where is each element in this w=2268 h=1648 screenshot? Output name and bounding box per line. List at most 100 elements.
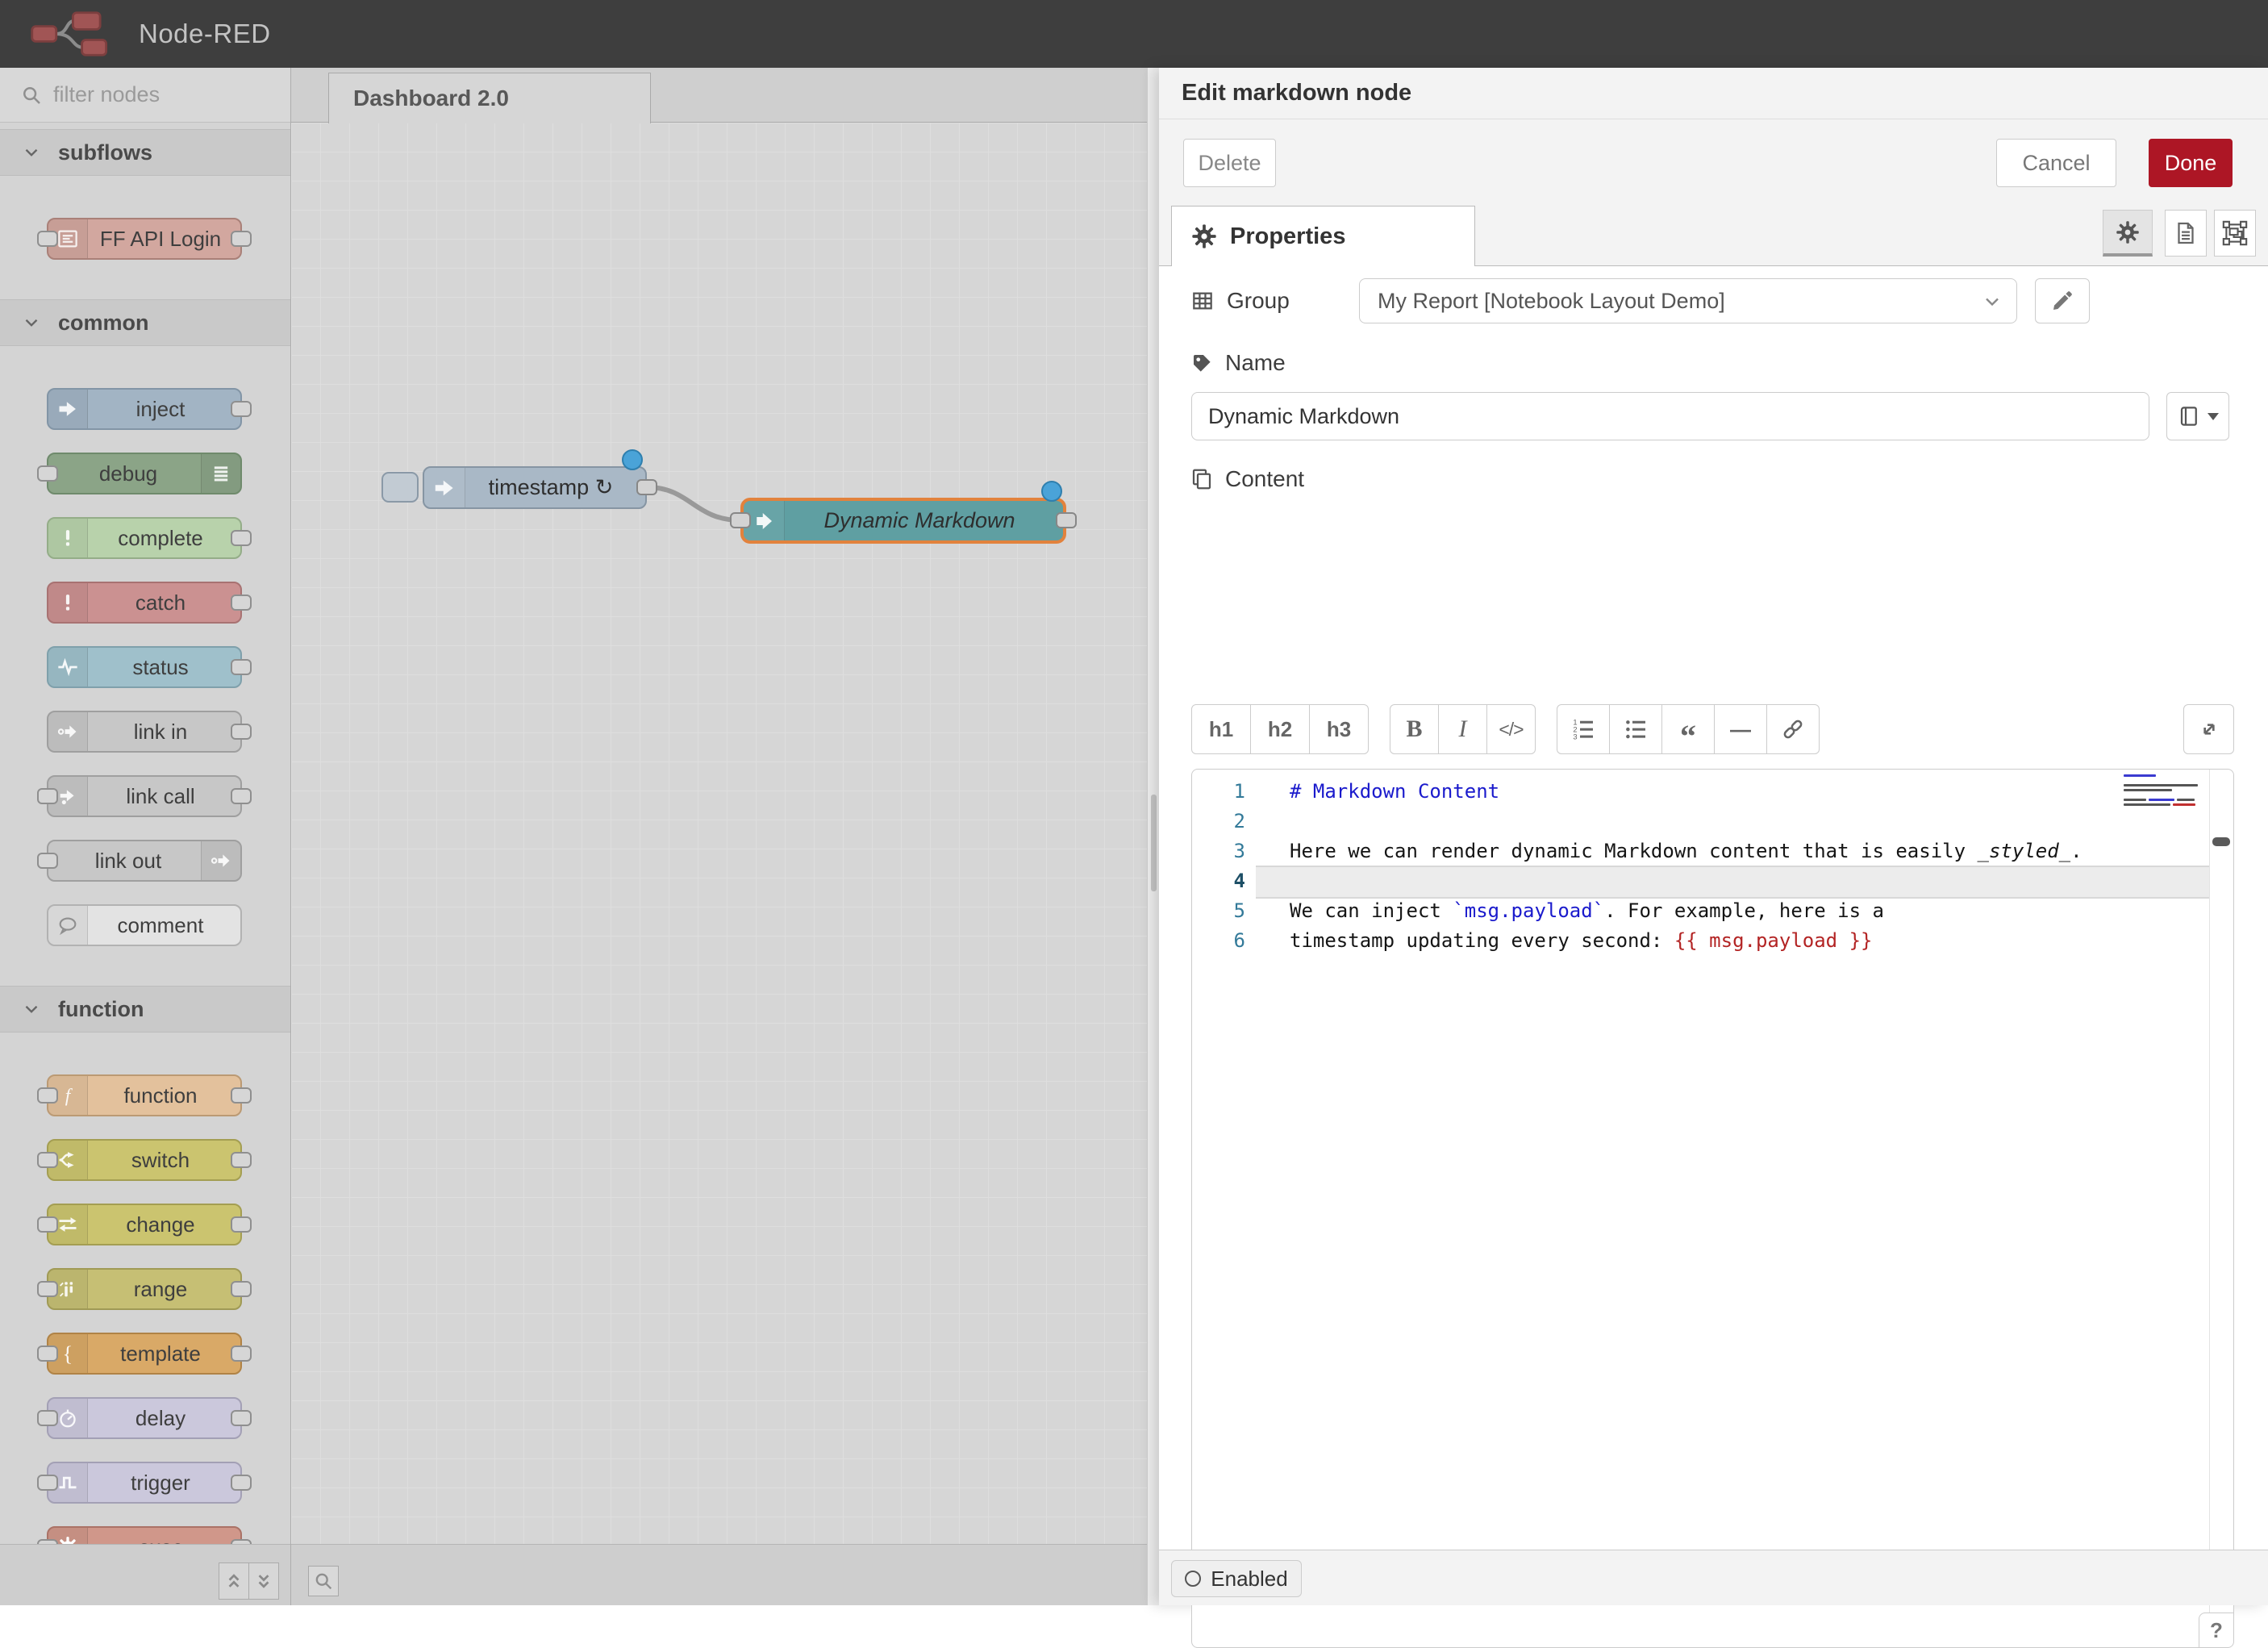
unordered-list-button[interactable] — [1609, 704, 1662, 754]
palette-node-link-in[interactable]: link in — [47, 711, 242, 753]
code-button[interactable]: </> — [1486, 704, 1536, 754]
editor-line-3: 3Here we can render dynamic Markdown con… — [1192, 836, 2233, 866]
node-red-logo-icon — [29, 10, 126, 58]
enabled-circle-icon — [1185, 1571, 1201, 1587]
ordered-list-button[interactable]: 123 — [1557, 704, 1610, 754]
markdown-output-port[interactable] — [1056, 512, 1077, 528]
palette-node-label: template — [87, 1334, 234, 1373]
tray-tabrow: Properties — [1159, 203, 2268, 266]
palette-filter-input[interactable]: filter nodes — [0, 68, 290, 123]
input-port — [37, 788, 58, 804]
canvas-footer — [291, 1544, 1147, 1605]
heading3-button[interactable]: h3 — [1309, 704, 1369, 754]
palette-node-delay[interactable]: delay — [47, 1397, 242, 1439]
palette-node-change[interactable]: change — [47, 1204, 242, 1245]
horizontal-rule-button[interactable]: — — [1714, 704, 1767, 754]
palette-node-exec[interactable]: exec — [47, 1526, 242, 1544]
palette-node-link-call[interactable]: link call — [47, 775, 242, 817]
editor-help-button[interactable]: ? — [2199, 1613, 2234, 1648]
content-field-label: Content — [1190, 463, 1304, 495]
palette-category-header-common[interactable]: common — [0, 299, 290, 346]
input-port — [37, 1216, 58, 1233]
palette-node-status[interactable]: status — [47, 646, 242, 688]
line-code: timestamp updating every second: {{ msg.… — [1256, 929, 1872, 952]
palette-collapse-all-button[interactable] — [219, 1562, 249, 1600]
name-type-button[interactable] — [2166, 392, 2229, 440]
palette-node-label: link in — [87, 712, 234, 751]
palette-node-template[interactable]: {template — [47, 1333, 242, 1375]
tab-button-properties-gear-icon[interactable] — [2103, 210, 2153, 257]
output-port — [231, 1281, 252, 1297]
palette-node-label: inject — [87, 390, 234, 428]
bold-button[interactable]: B — [1390, 704, 1439, 754]
link-button[interactable] — [1766, 704, 1820, 754]
palette-node-complete[interactable]: complete — [47, 517, 242, 559]
group-select[interactable]: My Report [Notebook Layout Demo] — [1359, 278, 2017, 323]
node-enabled-toggle[interactable]: Enabled — [1171, 1560, 1302, 1597]
markdown-content-editor[interactable]: 1# Markdown Content23Here we can render … — [1191, 769, 2234, 1648]
input-port — [37, 1152, 58, 1168]
tray-title: Edit markdown node — [1182, 80, 1411, 106]
name-field-label: Name — [1190, 347, 1286, 379]
palette-node-ff-api-login[interactable]: FF API Login — [47, 218, 242, 260]
palette-node-switch[interactable]: switch — [47, 1139, 242, 1181]
timestamp-node-label: timestamp ↻ — [465, 468, 637, 507]
palette-node-inject[interactable]: inject — [47, 388, 242, 430]
tab-button-description-icon[interactable] — [2165, 210, 2207, 257]
palette-category-header-function[interactable]: function — [0, 986, 290, 1033]
heading2-button[interactable]: h2 — [1250, 704, 1310, 754]
palette-category-label: function — [58, 997, 144, 1022]
tab-properties[interactable]: Properties — [1171, 206, 1475, 266]
tray-footer: Enabled — [1159, 1550, 2268, 1605]
exclamation-icon — [48, 583, 88, 622]
input-port — [37, 853, 58, 869]
palette-node-label: link out — [55, 841, 202, 880]
palette-expand-all-button[interactable] — [248, 1562, 279, 1600]
blockquote-button[interactable]: “ — [1661, 704, 1715, 754]
palette-node-label: switch — [87, 1141, 234, 1179]
delete-button[interactable]: Delete — [1183, 139, 1276, 187]
inject-button[interactable] — [381, 472, 419, 503]
timestamp-output-port[interactable] — [636, 479, 657, 495]
flow-canvas[interactable]: timestamp ↻ Dynamic Markdown — [291, 123, 1147, 1544]
flow-node-markdown[interactable]: Dynamic Markdown — [740, 498, 1066, 544]
edit-group-button[interactable] — [2035, 278, 2090, 323]
svg-text:3: 3 — [1573, 733, 1577, 741]
italic-button[interactable]: I — [1438, 704, 1487, 754]
chevron-down-icon — [1981, 290, 2003, 313]
workspace: Dashboard 2.0 timestamp ↻ — [291, 68, 1147, 1605]
ordered-list-icon: 123 — [1570, 716, 1596, 742]
done-button[interactable]: Done — [2149, 139, 2233, 187]
flow-tab-dashboard[interactable]: Dashboard 2.0 — [328, 73, 651, 123]
output-port — [231, 1475, 252, 1491]
canvas-search-button[interactable] — [308, 1566, 339, 1596]
name-input[interactable] — [1191, 392, 2149, 440]
repeat-icon: ↻ — [595, 475, 614, 500]
palette-sidebar: filter nodes subflows FF API Login common i… — [0, 68, 291, 1605]
palette-node-range[interactable]: range — [47, 1268, 242, 1310]
palette-node-debug[interactable]: debug — [47, 453, 242, 494]
tray-resize-handle[interactable] — [1151, 795, 1157, 891]
palette-node-link-out[interactable]: link out — [47, 840, 242, 882]
tab-button-appearance-icon[interactable] — [2214, 210, 2256, 257]
line-number: 6 — [1192, 929, 1256, 952]
book-icon — [2177, 404, 2201, 428]
cancel-button[interactable]: Cancel — [1996, 139, 2116, 187]
palette-node-function[interactable]: ffunction — [47, 1074, 242, 1116]
tray-header: Edit markdown node — [1159, 68, 2268, 119]
expand-editor-button[interactable] — [2183, 704, 2234, 754]
markdown-input-port[interactable] — [730, 512, 751, 528]
palette-node-catch[interactable]: catch — [47, 582, 242, 624]
flow-node-timestamp[interactable]: timestamp ↻ — [423, 466, 647, 509]
palette-node-label: change — [87, 1205, 234, 1244]
tray-resizer[interactable] — [1147, 68, 1159, 1605]
grid-icon — [1190, 288, 1215, 314]
palette-node-trigger[interactable]: trigger — [47, 1462, 242, 1504]
palette-node-comment[interactable]: comment — [47, 904, 242, 946]
palette-category-header-subflows[interactable]: subflows — [0, 129, 290, 176]
heading1-button[interactable]: h1 — [1191, 704, 1251, 754]
comment-bubble-icon — [48, 906, 88, 945]
palette-category-subflows: subflows FF API Login — [0, 129, 290, 299]
palette-filter-placeholder: filter nodes — [53, 82, 160, 107]
output-port — [231, 659, 252, 675]
